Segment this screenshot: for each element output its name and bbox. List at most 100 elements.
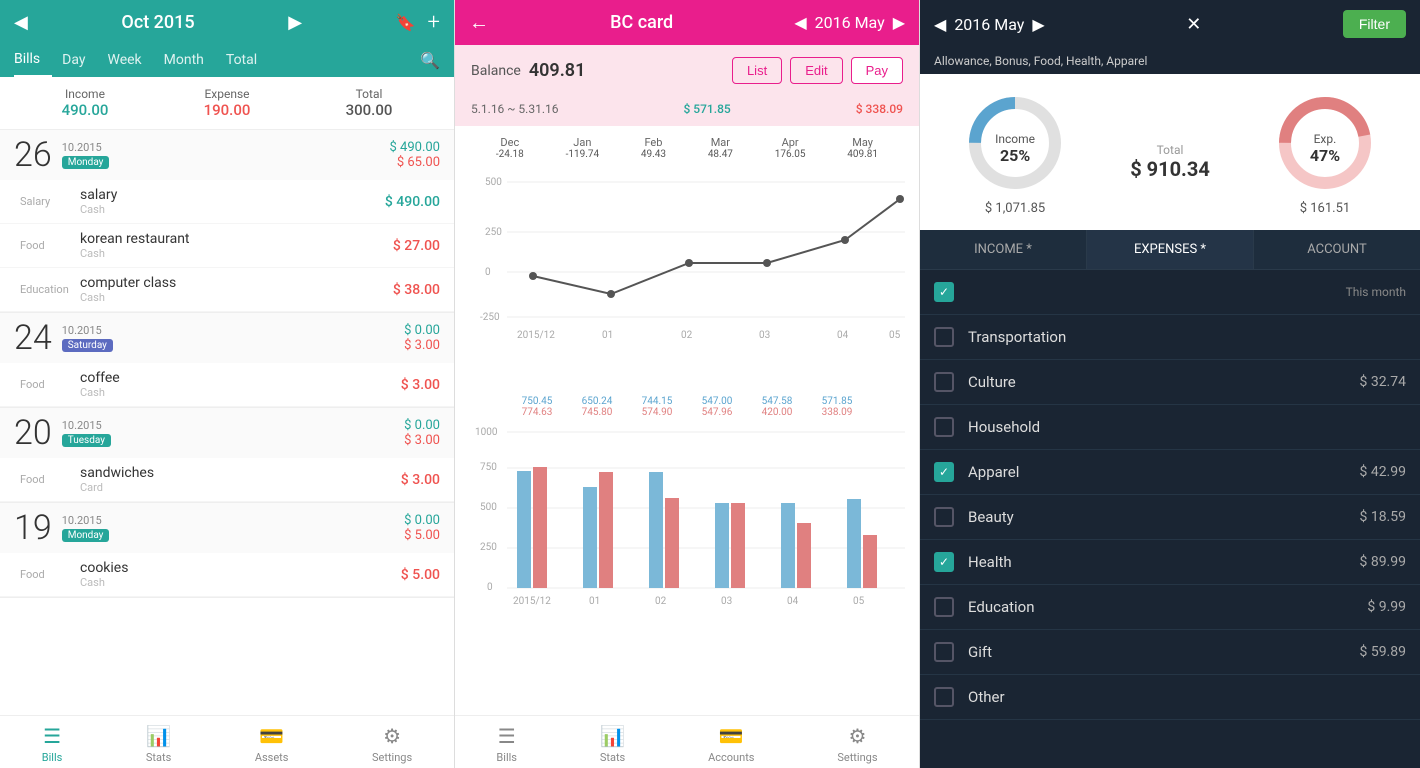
- day-number: 26: [14, 138, 52, 172]
- close-icon[interactable]: ✕: [1186, 14, 1201, 35]
- tab-bills[interactable]: Bills: [14, 43, 52, 77]
- footer-stats[interactable]: 📊 Stats: [146, 724, 171, 764]
- list-item[interactable]: Education $ 9.99: [920, 585, 1420, 630]
- day-group: 19 10.2015 Monday $ 0.00 $ 5.00 Food coo…: [0, 503, 454, 598]
- tab-expenses[interactable]: EXPENSES *: [1087, 230, 1254, 269]
- day-group: 26 10.2015 Monday $ 490.00 $ 65.00 Salar…: [0, 130, 454, 313]
- tab-total[interactable]: Total: [226, 44, 269, 76]
- svg-text:04: 04: [837, 330, 849, 341]
- pay-button[interactable]: Pay: [851, 57, 903, 84]
- day-group: 24 10.2015 Saturday $ 0.00 $ 3.00 Food c…: [0, 313, 454, 408]
- expense-amount: $ 161.51: [1270, 201, 1380, 216]
- tx-name: korean restaurant: [80, 231, 393, 247]
- item-checkbox[interactable]: [934, 642, 954, 662]
- search-icon[interactable]: 🔍: [420, 51, 440, 70]
- list-item[interactable]: Gift $ 59.89: [920, 630, 1420, 675]
- list-item[interactable]: Household: [920, 405, 1420, 450]
- day-meta: 10.2015 Saturday: [62, 324, 113, 352]
- list-button[interactable]: List: [732, 57, 782, 84]
- period-expense: $ 338.09: [856, 102, 903, 116]
- select-all-checkbox[interactable]: [934, 282, 954, 302]
- day-number: 20: [14, 416, 52, 450]
- item-checkbox[interactable]: [934, 507, 954, 527]
- svg-text:02: 02: [655, 596, 667, 607]
- svg-text:1000: 1000: [475, 427, 498, 438]
- svg-text:01: 01: [589, 596, 600, 607]
- tx-name: coffee: [80, 370, 401, 386]
- bookmark-icon[interactable]: 🔖: [396, 13, 416, 32]
- list-item[interactable]: Apparel $ 42.99: [920, 450, 1420, 495]
- tab-day[interactable]: Day: [62, 44, 97, 76]
- table-row[interactable]: Food korean restaurant Cash $ 27.00: [0, 224, 454, 268]
- p2-next-icon[interactable]: ▶: [893, 13, 905, 32]
- filter-button[interactable]: Filter: [1343, 10, 1406, 38]
- svg-text:2015/12: 2015/12: [513, 596, 551, 607]
- item-checkbox[interactable]: [934, 552, 954, 572]
- add-icon[interactable]: +: [428, 10, 440, 35]
- table-row[interactable]: Food sandwiches Card $ 3.00: [0, 458, 454, 502]
- tx-name: sandwiches: [80, 465, 401, 481]
- next-month-icon[interactable]: ▶: [288, 12, 302, 33]
- day-income: $ 490.00: [390, 140, 441, 155]
- p2-footer-settings[interactable]: ⚙ Settings: [837, 724, 877, 764]
- tx-details: cookies Cash: [80, 560, 401, 589]
- footer-bills[interactable]: ☰ Bills: [42, 724, 63, 764]
- p3-next-icon[interactable]: ▶: [1032, 15, 1044, 34]
- item-checkbox[interactable]: [934, 417, 954, 437]
- list-item[interactable]: Transportation: [920, 315, 1420, 360]
- item-checkbox[interactable]: [934, 462, 954, 482]
- income-donut-label: Income 25%: [960, 103, 1070, 193]
- list-item[interactable]: Beauty $ 18.59: [920, 495, 1420, 540]
- item-name: Other: [968, 688, 1406, 706]
- item-checkbox[interactable]: [934, 597, 954, 617]
- back-icon[interactable]: ←: [469, 10, 489, 35]
- day-income: $ 0.00: [404, 513, 440, 528]
- panel1-tabs: Bills Day Week Month Total 🔍: [14, 43, 440, 77]
- list-item[interactable]: Culture $ 32.74: [920, 360, 1420, 405]
- tab-week[interactable]: Week: [108, 44, 154, 76]
- item-amount: $ 18.59: [1359, 509, 1406, 525]
- day-date: 10.2015: [62, 514, 110, 527]
- item-name: Transportation: [968, 328, 1406, 346]
- table-row[interactable]: Food coffee Cash $ 3.00: [0, 363, 454, 407]
- p2-footer-stats[interactable]: 📊 Stats: [600, 724, 625, 764]
- list-item[interactable]: Other: [920, 675, 1420, 720]
- day-income: $ 0.00: [404, 418, 440, 433]
- tab-account[interactable]: ACCOUNT: [1254, 230, 1420, 269]
- item-checkbox[interactable]: [934, 372, 954, 392]
- p2-footer-accounts[interactable]: 💳 Accounts: [708, 724, 754, 764]
- day-date: 10.2015: [62, 141, 110, 154]
- p2-settings-icon: ⚙: [848, 724, 866, 748]
- footer-assets[interactable]: 💳 Assets: [255, 724, 289, 764]
- edit-button[interactable]: Edit: [790, 57, 842, 84]
- bar-chart-section: 750.45 774.63 650.24 745.80 744.15 574.9…: [455, 386, 919, 615]
- item-checkbox[interactable]: [934, 327, 954, 347]
- month-mar: Mar 48.47: [708, 136, 733, 160]
- p3-date: 2016 May: [954, 15, 1024, 34]
- bar-dec-income: [517, 471, 531, 588]
- table-row[interactable]: Salary salary Cash $ 490.00: [0, 180, 454, 224]
- day-meta: 10.2015 Tuesday: [62, 419, 111, 447]
- tab-month[interactable]: Month: [164, 44, 216, 76]
- p2-prev-icon[interactable]: ◀: [794, 13, 806, 32]
- panel2-chart-area: Dec -24.18 Jan -119.74 Feb 49.43 Mar 48.…: [455, 126, 919, 715]
- p2-footer-bills[interactable]: ☰ Bills: [496, 724, 517, 764]
- table-row[interactable]: Education computer class Cash $ 38.00: [0, 268, 454, 312]
- p3-prev-icon[interactable]: ◀: [934, 15, 946, 34]
- item-checkbox[interactable]: [934, 687, 954, 707]
- tx-amount: $ 490.00: [385, 194, 440, 210]
- tab-income[interactable]: INCOME *: [920, 230, 1087, 269]
- prev-month-icon[interactable]: ◀: [14, 12, 28, 33]
- balance-buttons: List Edit Pay: [732, 57, 903, 84]
- svg-text:-250: -250: [480, 312, 500, 323]
- income-donut-wrapper: Income 25% $ 1,071.85: [960, 88, 1070, 216]
- bar-mar-expense: [731, 503, 745, 588]
- table-row[interactable]: Food cookies Cash $ 5.00: [0, 553, 454, 597]
- list-item[interactable]: Health $ 89.99: [920, 540, 1420, 585]
- balance-label: Balance: [471, 63, 521, 79]
- footer-settings[interactable]: ⚙ Settings: [372, 724, 412, 764]
- tx-details: korean restaurant Cash: [80, 231, 393, 260]
- svg-text:0: 0: [485, 267, 491, 278]
- month-apr: Apr 176.05: [775, 136, 806, 160]
- tx-category: Food: [20, 568, 80, 581]
